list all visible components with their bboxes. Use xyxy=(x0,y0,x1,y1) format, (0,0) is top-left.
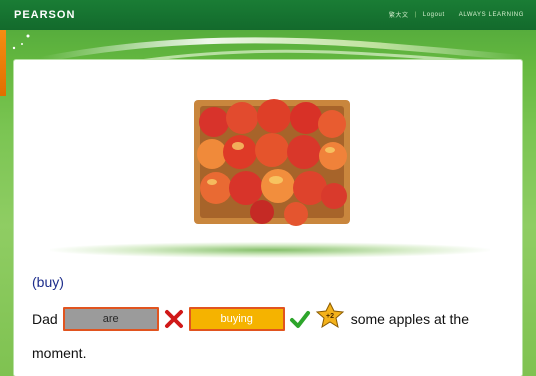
image-shadow xyxy=(50,242,490,258)
link-separator: | xyxy=(414,11,417,18)
apples-basket-image xyxy=(194,99,350,226)
points-label: +2 xyxy=(326,313,334,320)
sentence-end: moment. xyxy=(32,345,87,361)
sentence-line-2: moment. xyxy=(32,340,512,366)
sentence: Dad are buying +2 some apples at the mom… xyxy=(32,301,512,366)
sentence-subject: Dad xyxy=(32,311,58,327)
logout-link[interactable]: Logout xyxy=(423,12,445,18)
language-link[interactable]: 繁大文 xyxy=(389,10,409,19)
brand-logo: PEARSON xyxy=(14,9,76,21)
sentence-rest: some apples at the xyxy=(350,311,469,327)
correct-answer-box[interactable]: buying xyxy=(188,307,285,331)
star-icon: +2 xyxy=(315,301,344,329)
top-links: 繁大文 | Logout ALWAYS LEARNING xyxy=(389,10,524,20)
check-icon xyxy=(289,311,310,328)
sentence-line-1: Dad are buying +2 some apples at the xyxy=(32,301,512,332)
tagline: ALWAYS LEARNING xyxy=(458,11,524,18)
cross-icon xyxy=(164,310,183,328)
exercise-panel: (buy) Dad are buying +2 some apples at t… xyxy=(14,60,522,376)
wrong-answer-box[interactable]: are xyxy=(62,307,159,331)
star-badge: +2 xyxy=(315,301,345,329)
top-bar: PEARSON 繁大文 | Logout ALWAYS LEARNING xyxy=(0,0,536,30)
verb-hint: (buy) xyxy=(32,274,64,290)
